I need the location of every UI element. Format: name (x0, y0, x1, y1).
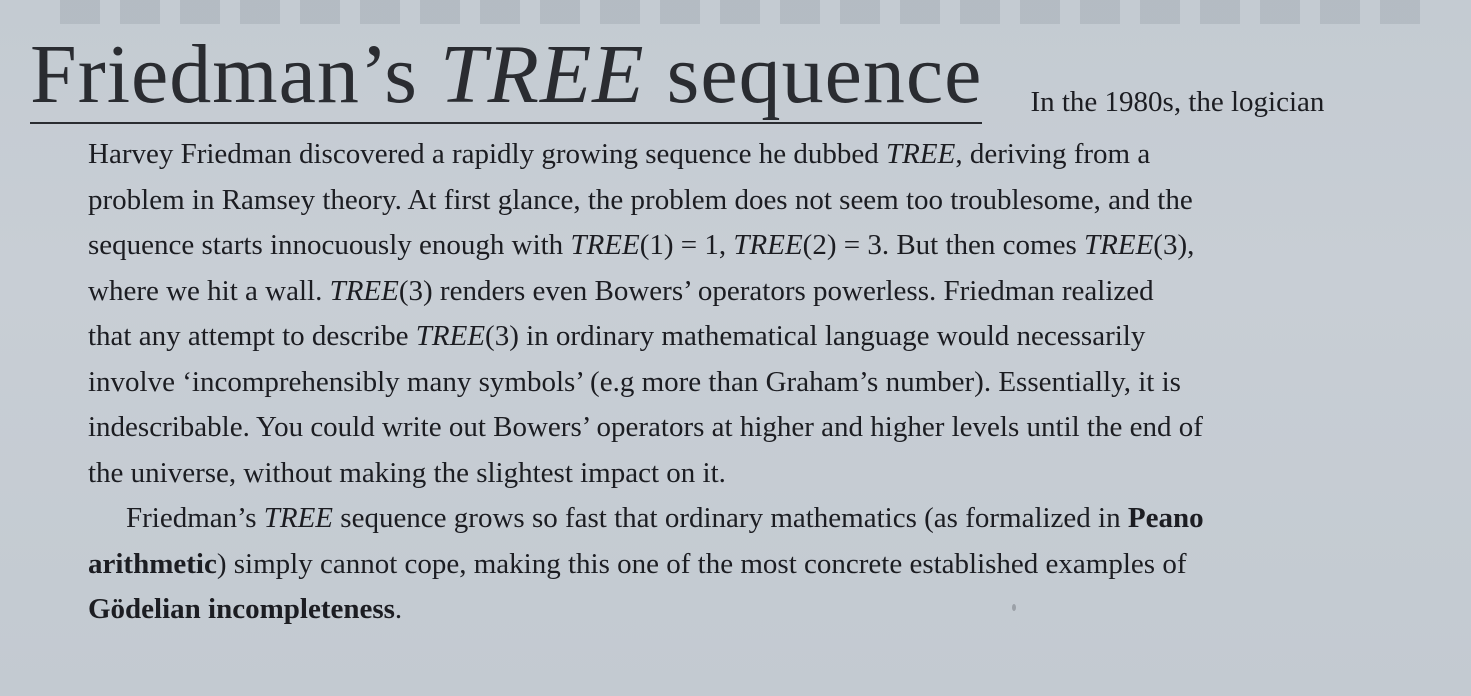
heading-text-end: sequence (644, 28, 983, 121)
text-line: indescribable. You could write out Bower… (88, 411, 1203, 443)
text-line: arithmetic) simply cannot cope, making t… (88, 547, 1187, 580)
heading-italic-text: TREE (439, 28, 645, 121)
text-line: that any attempt to describe TREE(3) in … (88, 320, 1146, 352)
body-text: Harvey Friedman discovered a rapidly gro… (88, 132, 1448, 633)
title-row: Friedman’s TREE sequence In the 1980s, th… (30, 30, 1440, 126)
text-line: problem in Ramsey theory. At first glanc… (88, 183, 1193, 216)
text-line: Friedman’s TREE sequence grows so fast t… (126, 502, 1204, 534)
bold-term: Peano (1127, 502, 1204, 534)
text-line: Harvey Friedman discovered a rapidly gro… (88, 138, 1151, 170)
text-line: involve ‘incomprehensibly many symbols’ … (88, 365, 1181, 398)
text-line: sequence starts innocuously enough with … (88, 229, 1195, 261)
bold-term: arithmetic (88, 547, 217, 580)
text-line: where we hit a wall. TREE(3) renders eve… (88, 274, 1154, 307)
ink-speck (1012, 604, 1016, 611)
section-heading: Friedman’s TREE sequence (30, 28, 983, 124)
bold-term: Gödelian incompleteness (88, 593, 395, 625)
bleed-through-text (60, 0, 1440, 24)
lead-in-text: In the 1980s, the logician (1030, 86, 1325, 118)
text-line: the universe, without making the slighte… (88, 456, 726, 489)
heading-text: Friedman’s (30, 28, 440, 121)
text-line: Gödelian incompleteness. (88, 593, 403, 625)
book-page: Friedman’s TREE sequence In the 1980s, th… (0, 0, 1471, 696)
